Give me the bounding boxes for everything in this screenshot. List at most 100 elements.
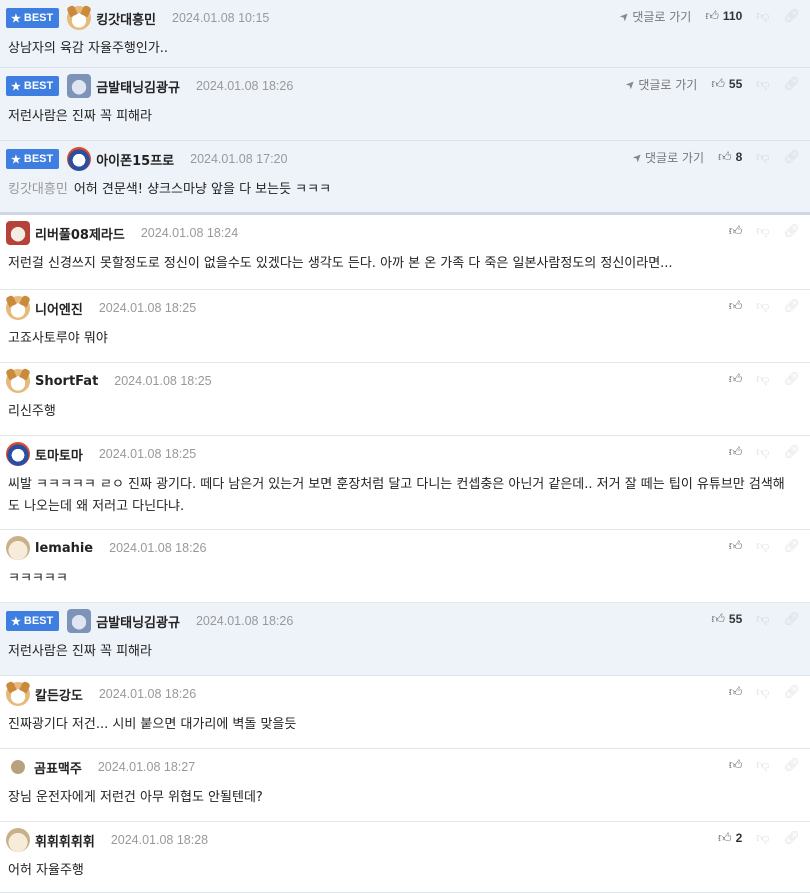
like-button[interactable]: 👍︎ 8 <box>718 150 742 165</box>
thumbs-down-icon[interactable]: 👎︎ <box>756 150 769 165</box>
avatar[interactable] <box>6 296 30 320</box>
link-icon[interactable]: 🔗︎ <box>783 299 800 314</box>
comment-body: 어허 견문색! 샹크스마냥 앞을 다 보는듯 ㅋㅋㅋ <box>73 182 332 197</box>
author-nickname[interactable]: 곰표맥주 <box>34 758 82 777</box>
avatar[interactable] <box>11 760 25 774</box>
comment-item: ★ BEST 킹갓대흥민 2024.01.08 10:15 ➤ 댓글로 가기 👍︎ 110 👎︎… <box>0 0 810 68</box>
author-nickname[interactable]: 금발태닝김광규 <box>96 77 180 96</box>
thumbs-down-icon[interactable]: 👎︎ <box>756 77 769 92</box>
comment-header: 토마토마 2024.01.08 18:25 <box>6 442 196 466</box>
link-icon[interactable]: 🔗︎ <box>783 372 800 387</box>
like-button[interactable]: 👍︎ <box>729 758 743 773</box>
thumbs-up-icon: 👍︎ <box>705 8 719 24</box>
comment-actions: 👍︎ 👎︎ 🔗︎ <box>729 221 800 241</box>
best-badge: ★ BEST <box>6 149 60 169</box>
link-icon[interactable]: 🔗︎ <box>783 831 800 846</box>
comment-header: lemahie 2024.01.08 18:26 <box>6 536 206 560</box>
comment-header: ★ BEST 킹갓대흥민 2024.01.08 10:15 <box>6 6 269 30</box>
avatar[interactable] <box>6 442 30 466</box>
author-nickname[interactable]: 금발태닝김광규 <box>96 612 180 631</box>
mention-link[interactable]: 킹갓대흥민 <box>8 182 68 197</box>
author-nickname[interactable]: 리버풀08제라드 <box>35 224 125 243</box>
like-button[interactable]: 👍︎ <box>729 445 743 460</box>
like-button[interactable]: 👍︎ <box>729 539 743 554</box>
link-icon[interactable]: 🔗︎ <box>783 150 800 165</box>
comment-item: ★ BEST 금발태닝김광규 2024.01.08 18:26 ➤ 댓글로 가기 👍︎ 55 👎… <box>0 68 810 141</box>
link-icon[interactable]: 🔗︎ <box>783 77 800 92</box>
comment-text: 고죠사토루야 뭐야 <box>8 328 790 350</box>
comment-date: 2024.01.08 18:26 <box>195 614 294 628</box>
thumbs-down-icon[interactable]: 👎︎ <box>756 539 769 554</box>
link-icon[interactable]: 🔗︎ <box>783 224 800 239</box>
author-nickname[interactable]: 킹갓대흥민 <box>96 9 156 28</box>
best-badge: ★ BEST <box>6 611 60 631</box>
like-count: 55 <box>728 612 743 626</box>
comment-body: 저런사람은 진짜 꼭 피해라 <box>8 644 152 659</box>
avatar[interactable] <box>67 147 92 171</box>
author-nickname[interactable]: 니어엔진 <box>35 299 83 318</box>
comment-text: 저런사람은 진짜 꼭 피해라 <box>8 106 790 128</box>
comment-actions: 👍︎ 55 👎︎ 🔗︎ <box>711 609 800 629</box>
author-nickname[interactable]: 휘휘휘휘휘 <box>35 831 95 850</box>
link-icon[interactable]: 🔗︎ <box>783 9 800 24</box>
link-icon[interactable]: 🔗︎ <box>783 612 800 627</box>
goto-reply-link[interactable]: ➤ 댓글로 가기 <box>616 8 692 25</box>
comment-date: 2024.01.08 18:27 <box>97 760 196 774</box>
comment-text: 킹갓대흥민 어허 견문색! 샹크스마냥 앞을 다 보는듯 ㅋㅋㅋ <box>8 179 790 201</box>
link-icon[interactable]: 🔗︎ <box>783 539 800 554</box>
comment-body: 장님 운전자에게 저런건 아무 위협도 안될텐데? <box>8 790 263 805</box>
like-button[interactable]: 👍︎ 110 <box>705 9 742 24</box>
thumbs-down-icon[interactable]: 👎︎ <box>756 831 769 846</box>
author-nickname[interactable]: 토마토마 <box>35 445 83 464</box>
thumbs-down-icon[interactable]: 👎︎ <box>756 685 769 700</box>
like-button[interactable]: 👍︎ 55 <box>711 77 742 92</box>
author-nickname[interactable]: ShortFat <box>35 374 98 389</box>
thumbs-up-icon: 👍︎ <box>728 538 743 554</box>
link-icon[interactable]: 🔗︎ <box>783 445 800 460</box>
comment-date: 2024.01.08 18:24 <box>140 226 239 240</box>
avatar[interactable] <box>67 6 92 30</box>
thumbs-down-icon[interactable]: 👎︎ <box>756 9 769 24</box>
thumbs-down-icon[interactable]: 👎︎ <box>756 299 769 314</box>
comment-item: 토마토마 2024.01.08 18:25 👍︎ 👎︎ 🔗︎ 씨발 ㅋㅋㅋㅋㅋ ㄹㅇ 진짜… <box>0 436 810 530</box>
comment-date: 2024.01.08 10:15 <box>172 11 270 25</box>
like-button[interactable]: 👍︎ <box>729 372 743 387</box>
arrow-icon: ➤ <box>616 8 633 24</box>
comment-actions: ➤ 댓글로 가기 👍︎ 110 👎︎ 🔗︎ <box>616 6 800 26</box>
comment-item: 곰표맥주 2024.01.08 18:27 👍︎ 👎︎ 🔗︎ 장님 운전자에게 저런건 아… <box>0 749 810 822</box>
best-badge: ★ BEST <box>6 76 60 96</box>
comment-body: 상남자의 육감 자율주행인가.. <box>8 41 169 56</box>
avatar[interactable] <box>6 682 30 706</box>
goto-reply-link[interactable]: ➤ 댓글로 가기 <box>623 76 697 93</box>
author-nickname[interactable]: lemahie <box>35 541 93 556</box>
thumbs-down-icon[interactable]: 👎︎ <box>756 372 769 387</box>
like-button[interactable]: 👍︎ <box>729 685 743 700</box>
comment-body: 저런걸 신경쓰지 못할정도로 정신이 없을수도 있겠다는 생각도 든다. 아까 … <box>8 256 673 271</box>
comment-actions: 👍︎ 👎︎ 🔗︎ <box>729 536 800 556</box>
avatar[interactable] <box>6 369 30 393</box>
like-button[interactable]: 👍︎ 55 <box>711 612 742 627</box>
avatar[interactable] <box>67 74 92 98</box>
avatar[interactable] <box>67 609 92 633</box>
like-button[interactable]: 👍︎ 2 <box>718 831 742 846</box>
comment-actions: 👍︎ 👎︎ 🔗︎ <box>729 682 800 702</box>
thumbs-down-icon[interactable]: 👎︎ <box>756 445 769 460</box>
link-icon[interactable]: 🔗︎ <box>783 758 800 773</box>
avatar[interactable] <box>6 221 30 245</box>
goto-reply-label: 댓글로 가기 <box>632 9 692 24</box>
avatar[interactable] <box>6 828 30 852</box>
comment-text: ㅋㅋㅋㅋㅋ <box>8 568 790 590</box>
comment-actions: ➤ 댓글로 가기 👍︎ 8 👎︎ 🔗︎ <box>630 147 800 167</box>
thumbs-down-icon[interactable]: 👎︎ <box>756 758 769 773</box>
like-count: 8 <box>735 150 743 164</box>
avatar[interactable] <box>6 536 30 560</box>
author-nickname[interactable]: 아이폰15프로 <box>96 150 174 169</box>
thumbs-down-icon[interactable]: 👎︎ <box>756 612 769 627</box>
like-button[interactable]: 👍︎ <box>729 224 743 239</box>
goto-reply-link[interactable]: ➤ 댓글로 가기 <box>630 149 704 166</box>
author-nickname[interactable]: 칼든강도 <box>35 685 83 704</box>
link-icon[interactable]: 🔗︎ <box>783 685 800 700</box>
like-button[interactable]: 👍︎ <box>729 299 743 314</box>
thumbs-down-icon[interactable]: 👎︎ <box>756 224 769 239</box>
star-icon: ★ <box>11 153 21 166</box>
